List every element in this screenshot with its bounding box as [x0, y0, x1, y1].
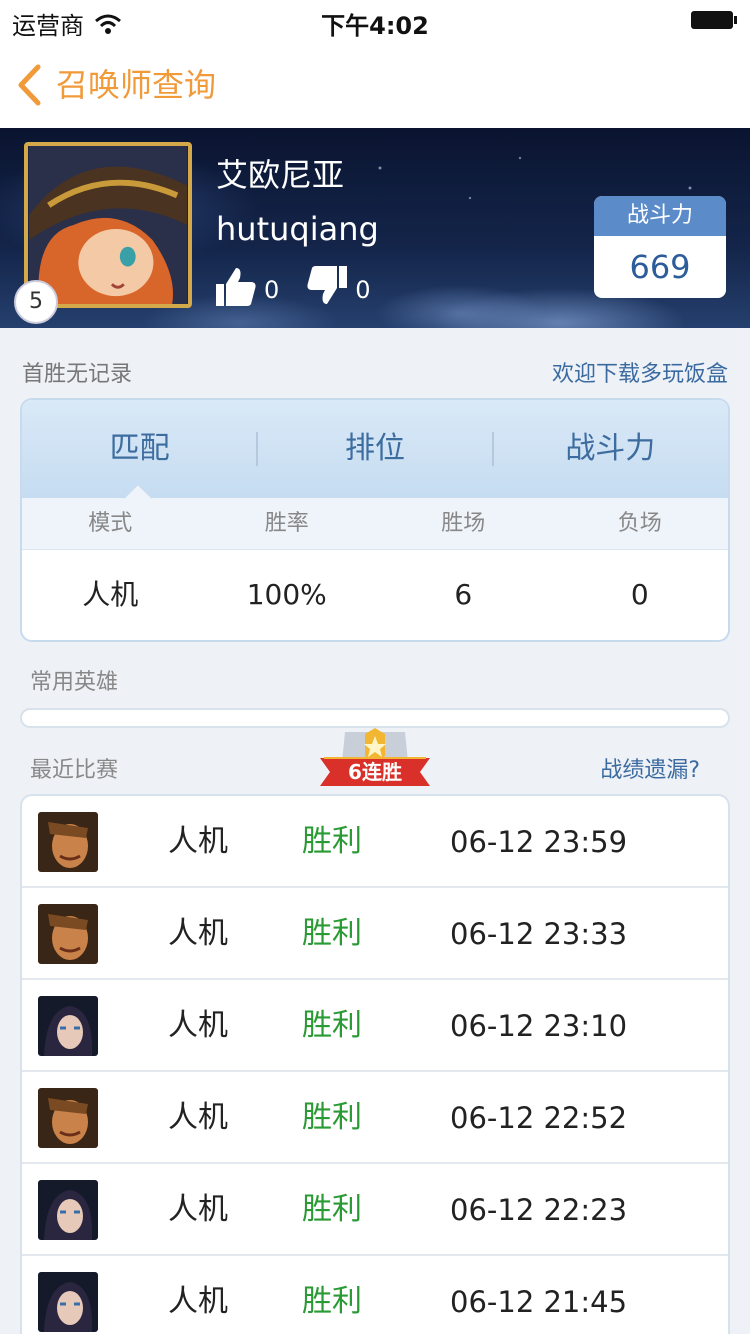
like-count: 0	[264, 276, 280, 304]
common-heroes-list	[20, 708, 730, 728]
match-time: 06-12 21:45	[450, 1285, 628, 1319]
summoner-avatar-icon	[29, 146, 187, 304]
summoner-id: hutuqiang	[216, 210, 379, 248]
match-row[interactable]: 人机 胜利 06-12 23:10	[22, 980, 728, 1072]
battery-icon	[691, 11, 737, 29]
power-label: 战斗力	[594, 196, 726, 236]
match-row[interactable]: 人机 胜利 06-12 22:23	[22, 1164, 728, 1256]
stat-win-rate: 100%	[246, 578, 327, 611]
match-result: 胜利	[302, 1192, 362, 1227]
match-mode: 人机	[168, 1008, 228, 1043]
match-result: 胜利	[302, 824, 362, 859]
thumbs-up-icon[interactable]	[214, 264, 258, 308]
match-mode: 人机	[168, 1100, 228, 1135]
tab-divider	[256, 432, 258, 466]
mode-tabs: 匹配 排位 战斗力	[22, 400, 728, 498]
header-losses: 负场	[617, 511, 662, 536]
stat-losses: 0	[630, 578, 649, 611]
recent-matches-label: 最近比赛	[30, 758, 119, 783]
page-title: 召唤师查询	[56, 66, 217, 104]
profile-header: 5 艾欧尼亚 hutuqiang 0 0 战斗力 669	[0, 128, 750, 328]
power-value: 669	[629, 248, 691, 286]
level-badge: 5	[14, 280, 58, 324]
match-mode: 人机	[168, 1192, 228, 1227]
match-result: 胜利	[302, 1100, 362, 1135]
header-wins: 胜场	[441, 511, 486, 536]
match-time: 06-12 23:59	[450, 825, 628, 859]
match-time: 06-12 22:52	[450, 1101, 628, 1135]
match-row[interactable]: 人机 胜利 06-12 22:52	[22, 1072, 728, 1164]
header-win-rate: 胜率	[264, 511, 309, 536]
stats-card: 匹配 排位 战斗力 模式 胜率 胜场 负场 人机 100% 6 0	[20, 398, 730, 642]
warrior-hero-icon	[38, 812, 98, 872]
common-heroes-label: 常用英雄	[30, 670, 119, 695]
stat-wins: 6	[454, 578, 473, 611]
match-result: 胜利	[302, 1284, 362, 1319]
match-mode: 人机	[168, 1284, 228, 1319]
server-name: 艾欧尼亚	[216, 156, 345, 194]
stat-mode: 人机	[82, 578, 139, 611]
avatar[interactable]	[24, 142, 192, 308]
match-mode: 人机	[168, 916, 228, 951]
header-mode: 模式	[88, 511, 133, 536]
download-link[interactable]: 欢迎下载多玩饭盒	[552, 356, 728, 388]
warrior-hero-icon	[38, 904, 98, 964]
missing-records-link[interactable]: 战绩遗漏?	[600, 752, 700, 784]
nav-bar: 召唤师查询	[0, 40, 750, 128]
dark-hero-icon	[38, 996, 98, 1056]
status-time: 下午4:02	[321, 12, 429, 40]
rating-group: 0 0	[214, 264, 371, 308]
match-result: 胜利	[302, 916, 362, 951]
thumbs-down-icon[interactable]	[305, 264, 349, 308]
tab-power[interactable]: 战斗力	[493, 400, 728, 498]
dark-hero-icon	[38, 1180, 98, 1240]
stats-header: 模式 胜率 胜场 负场	[22, 498, 728, 550]
stats-row: 人机 100% 6 0	[22, 550, 728, 640]
win-streak-label: 6连胜	[348, 760, 402, 784]
match-list: 人机 胜利 06-12 23:59 人机 胜利 06-12 23:33 人机 胜…	[20, 794, 730, 1334]
match-time: 06-12 23:33	[450, 917, 628, 951]
match-result: 胜利	[302, 1008, 362, 1043]
dark-hero-icon	[38, 1272, 98, 1332]
back-chevron-icon[interactable]	[16, 64, 42, 106]
warrior-hero-icon	[38, 1088, 98, 1148]
match-row[interactable]: 人机 胜利 06-12 23:33	[22, 888, 728, 980]
power-card: 战斗力 669	[594, 196, 726, 298]
match-row[interactable]: 人机 胜利 06-12 21:45	[22, 1256, 728, 1334]
tab-match[interactable]: 匹配	[22, 400, 257, 498]
match-mode: 人机	[168, 824, 228, 859]
match-time: 06-12 22:23	[450, 1193, 628, 1227]
dislike-count: 0	[355, 276, 371, 304]
match-time: 06-12 23:10	[450, 1009, 628, 1043]
status-bar: 运营商 下午4:02	[0, 0, 750, 40]
match-row[interactable]: 人机 胜利 06-12 23:59	[22, 796, 728, 888]
first-win-status: 首胜无记录	[22, 362, 133, 387]
tab-ranked[interactable]: 排位	[257, 400, 492, 498]
tab-divider	[492, 432, 494, 466]
